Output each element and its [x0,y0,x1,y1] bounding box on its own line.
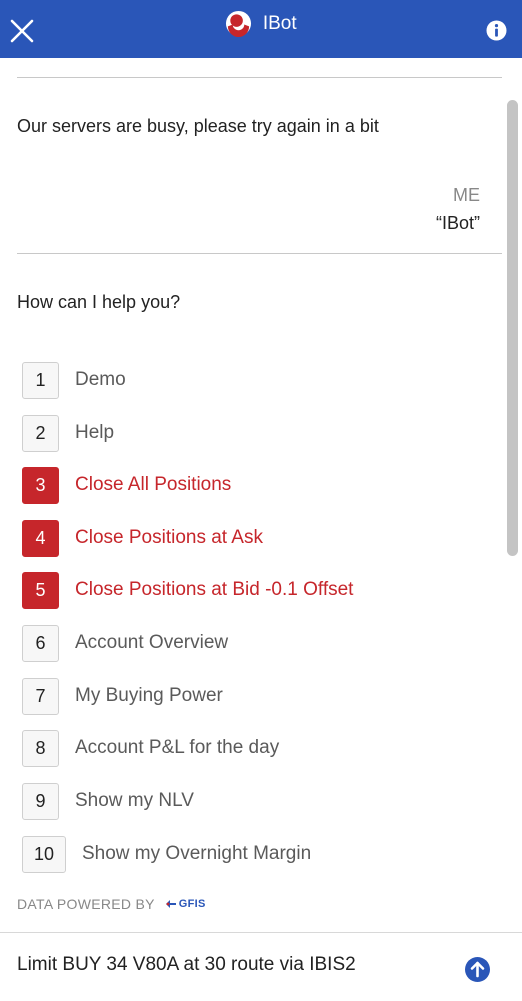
option-show-nlv[interactable]: 9 Show my NLV [22,782,194,820]
bot-message-busy: Our servers are busy, please try again i… [17,116,379,136]
option-label: Demo [75,369,126,390]
option-label: Show my NLV [75,790,194,811]
message-divider [17,77,502,78]
option-label: Close Positions at Bid -0.1 Offset [75,579,354,600]
scrollbar-thumb[interactable] [507,100,518,556]
option-number: 5 [22,571,59,609]
message-composer [0,932,522,1001]
option-label: Help [75,422,115,443]
option-label: My Buying Power [75,685,223,706]
chat-scroll-area[interactable]: Our servers are busy, please try again i… [0,58,522,932]
option-account-pnl[interactable]: 8 Account P&L for the day [22,729,279,767]
option-number: 7 [22,677,59,715]
header-bar: IBot [0,0,522,58]
gfis-logo: GFIS [165,898,206,910]
send-icon[interactable] [464,956,491,983]
message-input[interactable] [17,949,447,981]
option-close-all-positions[interactable]: 3 Close All Positions [22,466,231,504]
option-number: 4 [22,519,59,557]
option-number: 3 [22,466,59,504]
option-number: 8 [22,729,59,767]
option-help[interactable]: 2 Help [22,414,114,452]
powered-by: DATA POWERED BY GFIS [17,896,206,912]
option-label: Account Overview [75,632,229,653]
option-my-buying-power[interactable]: 7 My Buying Power [22,677,223,715]
option-number: 1 [22,361,59,399]
option-number: 9 [22,782,59,820]
powered-by-label: DATA POWERED BY [17,896,155,912]
option-close-positions-at-bid[interactable]: 5 Close Positions at Bid -0.1 Offset [22,571,353,609]
option-overnight-margin[interactable]: 10 Show my Overnight Margin [22,835,311,873]
option-label: Close Positions at Ask [75,527,263,548]
message-divider [17,253,502,254]
option-number: 10 [22,835,66,873]
gfis-mark-icon [165,900,176,908]
option-demo[interactable]: 1 Demo [22,361,126,399]
info-icon[interactable] [486,20,507,41]
option-close-positions-at-ask[interactable]: 4 Close Positions at Ask [22,519,263,557]
option-number: 2 [22,414,59,452]
gfis-logo-text: GFIS [178,898,206,910]
ibot-logo-icon [226,10,252,37]
bot-message-help: How can I help you? [17,292,181,312]
header-title: IBot [262,12,297,34]
user-message: “IBot” [435,213,480,233]
user-sender-label: ME [453,185,480,205]
header-title-group: IBot [0,10,522,37]
option-account-overview[interactable]: 6 Account Overview [22,624,228,662]
option-label: Show my Overnight Margin [82,843,312,864]
option-number: 6 [22,624,59,662]
option-label: Account P&L for the day [75,737,280,758]
option-label: Close All Positions [75,474,232,495]
